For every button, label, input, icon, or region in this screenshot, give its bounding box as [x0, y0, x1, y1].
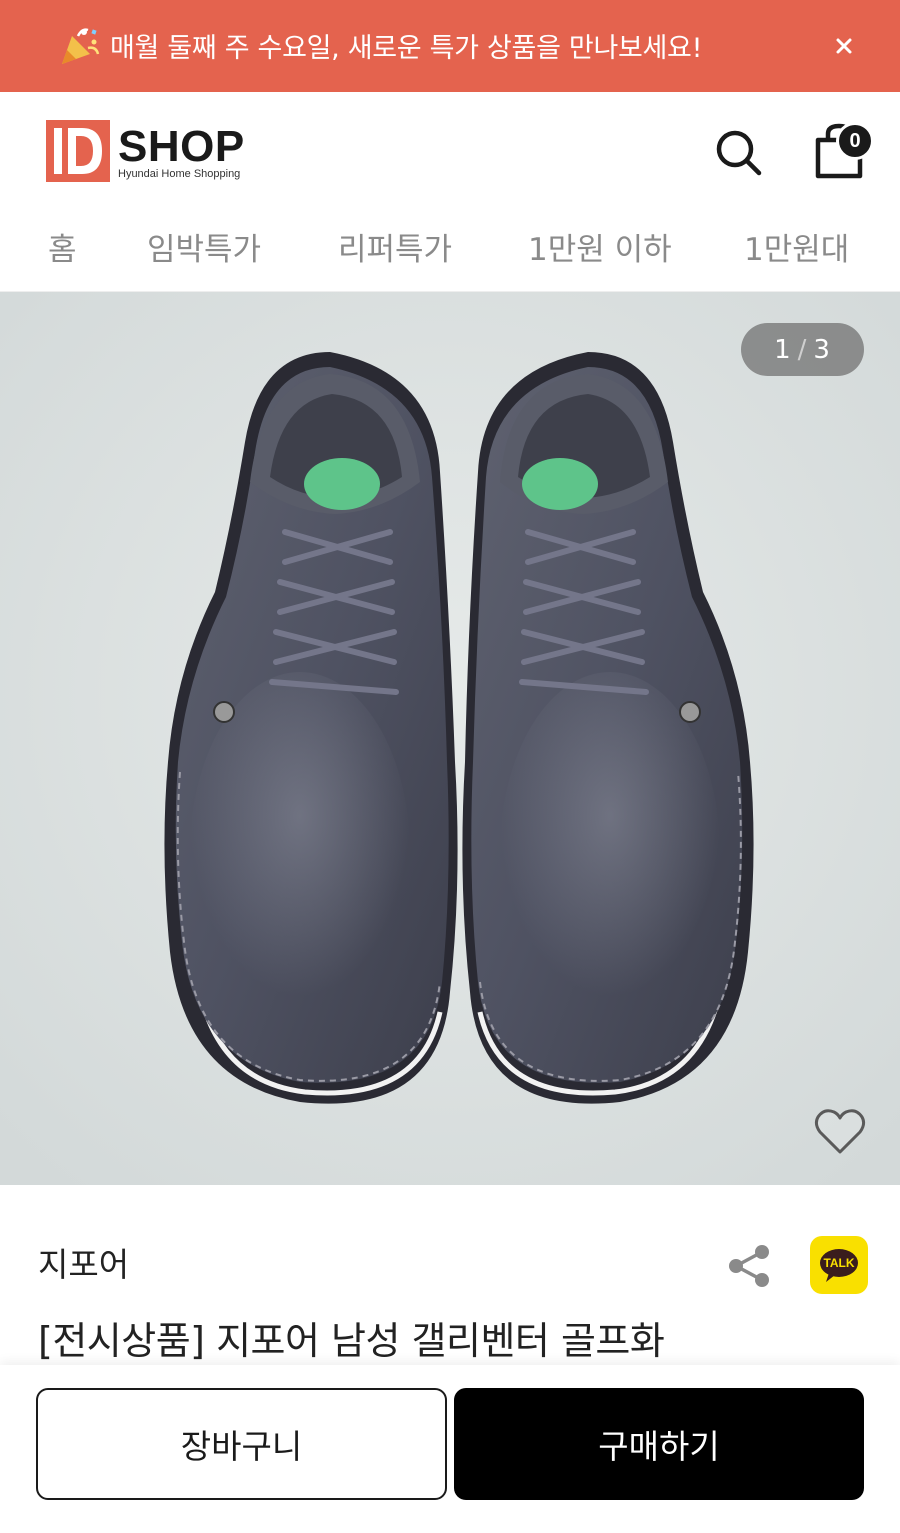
- product-title: [전시상품] 지포어 남성 갤리벤터 골프화: [38, 1319, 665, 1363]
- cart-count-badge: 0: [836, 122, 874, 160]
- kakao-talk-label: TALK: [823, 1256, 855, 1270]
- add-to-cart-button[interactable]: 장바구니: [36, 1388, 447, 1500]
- nav-item-refurb-deals[interactable]: 리퍼특가: [338, 224, 452, 269]
- logo-tagline: Hyundai Home Shopping: [118, 168, 241, 180]
- promo-banner[interactable]: 매월 둘째 주 수요일, 새로운 특가 상품을 만나보세요!: [0, 0, 900, 92]
- dshop-logo[interactable]: SHOP Hyundai Home Shopping: [46, 120, 256, 182]
- party-popper-icon: [62, 28, 100, 64]
- logo-name: SHOP: [118, 122, 245, 171]
- product-image-gallery[interactable]: [0, 292, 900, 1185]
- site-header: SHOP Hyundai Home Shopping: [0, 92, 900, 210]
- heart-icon[interactable]: [812, 1104, 868, 1160]
- nav-item-home[interactable]: 홈: [48, 224, 77, 269]
- search-icon[interactable]: [712, 126, 764, 178]
- product-image: [0, 292, 900, 1185]
- category-nav: 홈 임박특가 리퍼특가 1만원 이하 1만원대: [0, 210, 900, 292]
- nav-item-10000-range[interactable]: 1만원대: [744, 224, 849, 269]
- nav-item-under-10000[interactable]: 1만원 이하: [528, 224, 672, 269]
- nav-item-imminent-deals[interactable]: 임박특가: [147, 224, 261, 269]
- image-counter-current: 1: [774, 334, 792, 365]
- logo-mark: [46, 120, 110, 182]
- buy-now-button[interactable]: 구매하기: [454, 1388, 864, 1500]
- product-brand[interactable]: 지포어: [38, 1238, 129, 1286]
- image-counter-separator: /: [797, 334, 808, 365]
- promo-text: 매월 둘째 주 수요일, 새로운 특가 상품을 만나보세요!: [110, 33, 703, 64]
- image-counter-total: 3: [813, 334, 831, 365]
- bottom-action-bar: 장바구니 구매하기: [0, 1365, 900, 1533]
- kakao-talk-button[interactable]: TALK: [810, 1236, 868, 1294]
- image-counter: 1 / 3: [741, 323, 864, 376]
- close-icon[interactable]: [828, 30, 860, 62]
- share-icon[interactable]: [724, 1242, 774, 1290]
